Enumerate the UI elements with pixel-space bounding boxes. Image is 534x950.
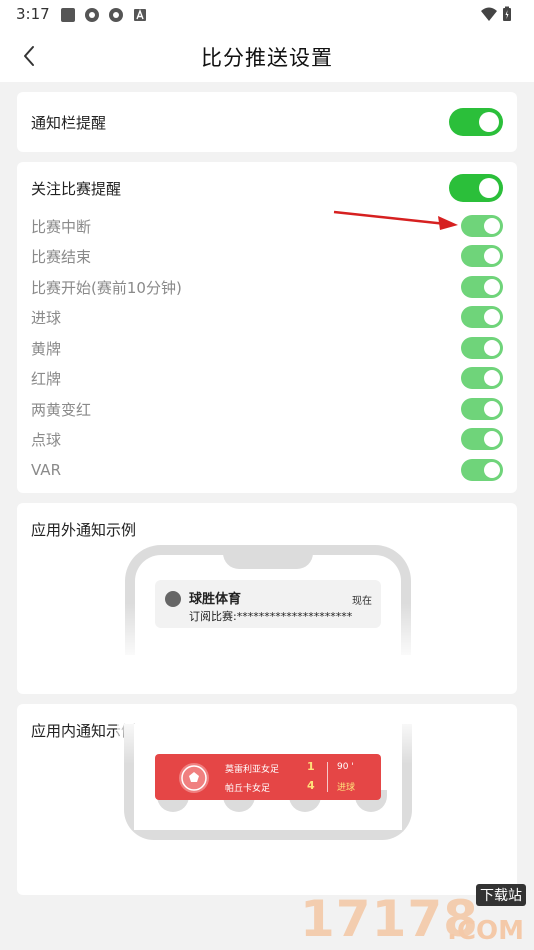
- a-notification-icon: [132, 7, 148, 23]
- setting-label: 比赛结束: [31, 247, 92, 266]
- event-label: 进球: [337, 783, 356, 793]
- soccer-ball-icon: [179, 763, 209, 793]
- battery-icon: [502, 6, 518, 22]
- setting-label: 点球: [31, 430, 62, 449]
- setting-label: 黄牌: [31, 339, 62, 358]
- notification-body: 订阅比赛:*********************: [189, 610, 353, 623]
- sample-notification: 球胜体育 现在 订阅比赛:*********************: [155, 580, 381, 628]
- follow-match-label: 关注比赛提醒: [31, 179, 122, 198]
- setting-row-start: 比赛开始(赛前10分钟): [31, 272, 503, 302]
- follow-match-card: 关注比赛提醒 比赛中断 比赛结束 比赛开始(赛前10分钟) 进球 黄牌 红牌 两…: [17, 162, 517, 493]
- setting-toggle-var[interactable]: [461, 459, 503, 481]
- setting-label: 进球: [31, 308, 62, 327]
- toggle-knob: [484, 218, 500, 234]
- setting-label: 比赛开始(赛前10分钟): [31, 278, 182, 297]
- setting-toggle-yellow-card[interactable]: [461, 337, 503, 359]
- setting-row-end: 比赛结束: [31, 241, 503, 271]
- page-title: 比分推送设置: [201, 46, 333, 70]
- toggle-knob: [484, 248, 500, 264]
- page-header: 比分推送设置: [0, 30, 534, 82]
- notification-bar-label: 通知栏提醒: [31, 113, 107, 132]
- away-team: 帕丘卡女足: [225, 784, 271, 794]
- setting-row-var: VAR: [31, 455, 503, 485]
- site-watermark: 17178 下载站 .COM: [300, 880, 530, 950]
- setting-toggle-end[interactable]: [461, 245, 503, 267]
- wifi-icon: [480, 6, 497, 22]
- status-bar: 3:17: [0, 0, 534, 30]
- setting-toggle-penalty[interactable]: [461, 428, 503, 450]
- setting-row-goal: 进球: [31, 302, 503, 332]
- app-notification-icon: [108, 7, 124, 23]
- notification-bar-card: 通知栏提醒: [17, 92, 517, 152]
- setting-label: 两黄变红: [31, 400, 92, 419]
- follow-match-toggle[interactable]: [449, 174, 503, 202]
- away-score: 4: [307, 779, 315, 792]
- setting-toggle-goal[interactable]: [461, 306, 503, 328]
- match-minute: 90 ': [337, 762, 354, 772]
- setting-row-yellow-card: 黄牌: [31, 333, 503, 363]
- inside-example-card: 应用内通知示例 莫雷利亚女足 帕丘卡女足 1 4 90 ' 进球: [17, 704, 517, 895]
- watermark-domain: .COM: [447, 916, 524, 946]
- toggle-knob: [479, 112, 499, 132]
- setting-row-interrupt: 比赛中断: [31, 211, 503, 241]
- toggle-knob: [484, 462, 500, 478]
- setting-row-red-card: 红牌: [31, 363, 503, 393]
- setting-row-penalty: 点球: [31, 424, 503, 454]
- toggle-knob: [484, 401, 500, 417]
- toggle-knob: [479, 178, 499, 198]
- app-avatar-icon: [165, 591, 181, 607]
- follow-match-row: 关注比赛提醒: [31, 173, 503, 203]
- notification-bar-row: 通知栏提醒: [31, 107, 503, 137]
- setting-row-second-yellow: 两黄变红: [31, 394, 503, 424]
- toggle-knob: [484, 279, 500, 295]
- app-notification-icon: [84, 7, 100, 23]
- home-score: 1: [307, 760, 315, 773]
- toggle-knob: [484, 431, 500, 447]
- setting-label: 比赛中断: [31, 217, 92, 236]
- outside-example-card: 应用外通知示例 球胜体育 现在 订阅比赛:*******************…: [17, 503, 517, 694]
- notification-time: 现在: [352, 596, 372, 607]
- notification-app-name: 球胜体育: [189, 592, 242, 607]
- setting-toggle-interrupt[interactable]: [461, 215, 503, 237]
- outside-example-title: 应用外通知示例: [31, 521, 137, 539]
- square-notification-icon: [60, 7, 76, 23]
- toggle-knob: [484, 340, 500, 356]
- setting-toggle-red-card[interactable]: [461, 367, 503, 389]
- toggle-knob: [484, 370, 500, 386]
- home-team: 莫雷利亚女足: [225, 765, 280, 775]
- toggle-knob: [484, 309, 500, 325]
- setting-toggle-second-yellow[interactable]: [461, 398, 503, 420]
- setting-label: VAR: [31, 461, 61, 479]
- goal-banner: 莫雷利亚女足 帕丘卡女足 1 4 90 ' 进球: [155, 754, 381, 800]
- setting-toggle-start[interactable]: [461, 276, 503, 298]
- setting-label: 红牌: [31, 369, 62, 388]
- banner-divider: [327, 762, 328, 792]
- notification-bar-toggle[interactable]: [449, 108, 503, 136]
- status-time: 3:17: [16, 5, 50, 23]
- watermark-tag: 下载站: [476, 884, 526, 906]
- phone-notch: [223, 545, 313, 569]
